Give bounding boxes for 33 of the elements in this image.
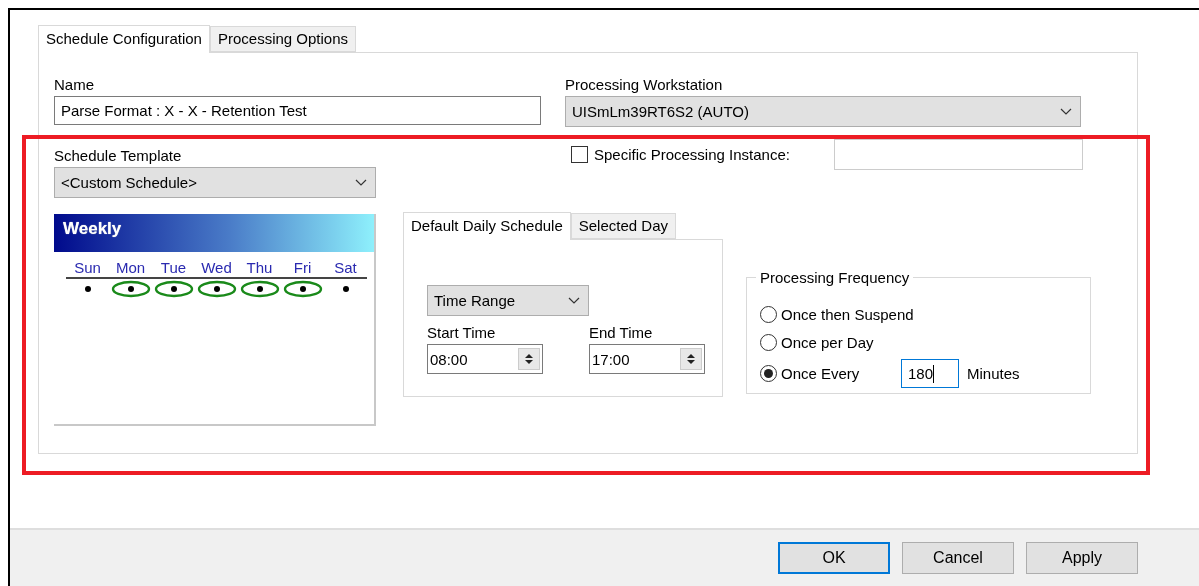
day-label: Sun [66, 259, 109, 279]
radio-label: Once Every [781, 365, 861, 382]
minutes-field[interactable]: 180 [901, 359, 959, 388]
dialog-button[interactable]: Apply [1026, 542, 1138, 574]
tab[interactable]: Selected Day [570, 213, 676, 239]
mode-dropdown[interactable]: Time Range [427, 285, 589, 316]
field-label: Start Time [427, 324, 497, 341]
day-label: Mon [109, 259, 152, 279]
unit-label: Minutes [967, 365, 1020, 382]
day-label: Tue [152, 259, 195, 279]
time-field[interactable]: 08:00 [427, 344, 543, 374]
radio-label: Once per Day [781, 334, 874, 351]
group-title: Processing Frequency [756, 269, 914, 286]
tab[interactable]: Default Daily Schedule [403, 212, 571, 240]
template-dropdown[interactable]: <Custom Schedule> [54, 167, 376, 198]
radio-label: Once then Suspend [781, 306, 914, 323]
name-field[interactable]: Parse Format : X - X - Retention Test [54, 96, 541, 125]
tab[interactable]: Schedule Configuration [38, 25, 210, 53]
day-label: Fri [281, 259, 324, 279]
checkbox-label: Specific Processing Instance: [594, 146, 791, 163]
field-label: End Time [589, 324, 654, 341]
time-field[interactable]: 17:00 [589, 344, 705, 374]
day-label: Wed [195, 259, 238, 279]
field-label: Schedule Template [54, 147, 183, 164]
dialog-button[interactable]: Cancel [902, 542, 1014, 574]
field-label: Processing Workstation [565, 76, 724, 93]
workstation-dropdown[interactable]: UISmLm39RT6S2 (AUTO) [565, 96, 1081, 127]
day-label: Sat [324, 259, 367, 279]
field-label: Name [54, 76, 95, 93]
tab[interactable]: Processing Options [209, 26, 357, 52]
calendar-title: Weekly [54, 214, 374, 252]
day-label: Thu [238, 259, 281, 279]
dialog-button[interactable]: OK [778, 542, 890, 574]
